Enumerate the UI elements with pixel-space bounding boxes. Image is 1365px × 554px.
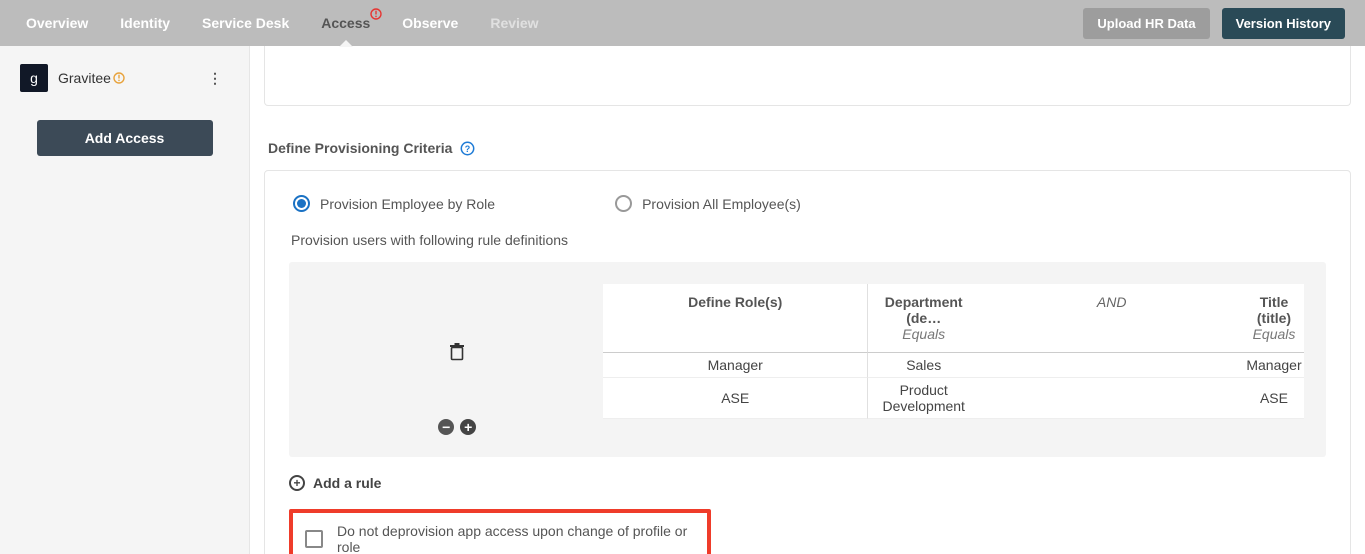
radio-icon-checked (293, 195, 310, 212)
kebab-menu[interactable]: ⋮ (202, 66, 229, 91)
deprovision-option-highlight: Do not deprovision app access upon chang… (289, 509, 711, 554)
top-panel-placeholder (264, 46, 1351, 106)
section-title-text: Define Provisioning Criteria (268, 140, 452, 156)
col-header-title-equals: Equals (1250, 326, 1298, 342)
radio-icon-unchecked (615, 195, 632, 212)
tabs: Overview Identity Service Desk Access Ob… (10, 0, 555, 46)
radio-all-employees[interactable]: Provision All Employee(s) (615, 195, 801, 212)
tab-identity[interactable]: Identity (104, 0, 186, 46)
cell-role[interactable]: ASE (603, 378, 868, 419)
col-header-and: AND (979, 284, 1244, 353)
tab-label: Access (321, 15, 370, 31)
plus-icon: + (289, 475, 305, 491)
subtext: Provision users with following rule defi… (291, 232, 1326, 248)
sidebar: g Gravitee ⋮ Add Access (0, 46, 250, 554)
delete-rule-button[interactable] (311, 284, 603, 419)
cell-dept[interactable]: Sales (868, 353, 979, 378)
app-row: g Gravitee ⋮ (20, 64, 229, 92)
upload-hr-data-button[interactable]: Upload HR Data (1083, 8, 1209, 39)
rules-table-area: Define Role(s) Department (de… Equals AN… (289, 262, 1326, 457)
cell-title[interactable]: ASE (1244, 378, 1304, 419)
deprovision-label: Do not deprovision app access upon chang… (337, 523, 695, 554)
tab-review[interactable]: Review (474, 0, 554, 46)
alert-icon (370, 8, 382, 20)
version-history-button[interactable]: Version History (1222, 8, 1345, 39)
add-row-button[interactable]: + (460, 419, 476, 435)
col-header-dept-text: Department (de… (874, 294, 973, 326)
content: Define Provisioning Criteria ? Provision… (250, 46, 1365, 554)
add-access-button[interactable]: Add Access (37, 120, 213, 156)
radio-label: Provision Employee by Role (320, 196, 495, 212)
deprovision-checkbox[interactable] (305, 530, 323, 548)
section-title: Define Provisioning Criteria ? (268, 140, 1351, 156)
tab-access[interactable]: Access (305, 0, 386, 46)
tab-overview[interactable]: Overview (10, 0, 104, 46)
remove-row-button[interactable]: − (438, 419, 454, 435)
tab-service-desk[interactable]: Service Desk (186, 0, 305, 46)
cell-and (979, 353, 1244, 378)
cell-role[interactable]: Manager (603, 353, 868, 378)
help-icon[interactable]: ? (460, 141, 475, 156)
col-header-title-text: Title (title) (1250, 294, 1298, 326)
warning-icon (113, 72, 125, 84)
add-rule-button[interactable]: + Add a rule (289, 475, 1326, 491)
topbar: Overview Identity Service Desk Access Ob… (0, 0, 1365, 46)
col-header-dept-equals: Equals (874, 326, 973, 342)
cell-and (979, 378, 1244, 419)
row-actions: − + (311, 419, 603, 435)
app-logo: g (20, 64, 48, 92)
cell-title[interactable]: Manager (1244, 353, 1304, 378)
cell-dept[interactable]: Product Development (868, 378, 979, 419)
col-header-title: Title (title) Equals (1244, 284, 1304, 353)
add-rule-label: Add a rule (313, 475, 381, 491)
radio-label: Provision All Employee(s) (642, 196, 801, 212)
criteria-panel: Provision Employee by Role Provision All… (264, 170, 1351, 554)
radio-by-role[interactable]: Provision Employee by Role (293, 195, 495, 212)
tab-observe[interactable]: Observe (386, 0, 474, 46)
col-header-department: Department (de… Equals (868, 284, 979, 353)
svg-text:?: ? (465, 144, 471, 154)
app-name: Gravitee (58, 70, 111, 86)
col-header-roles: Define Role(s) (603, 284, 868, 353)
